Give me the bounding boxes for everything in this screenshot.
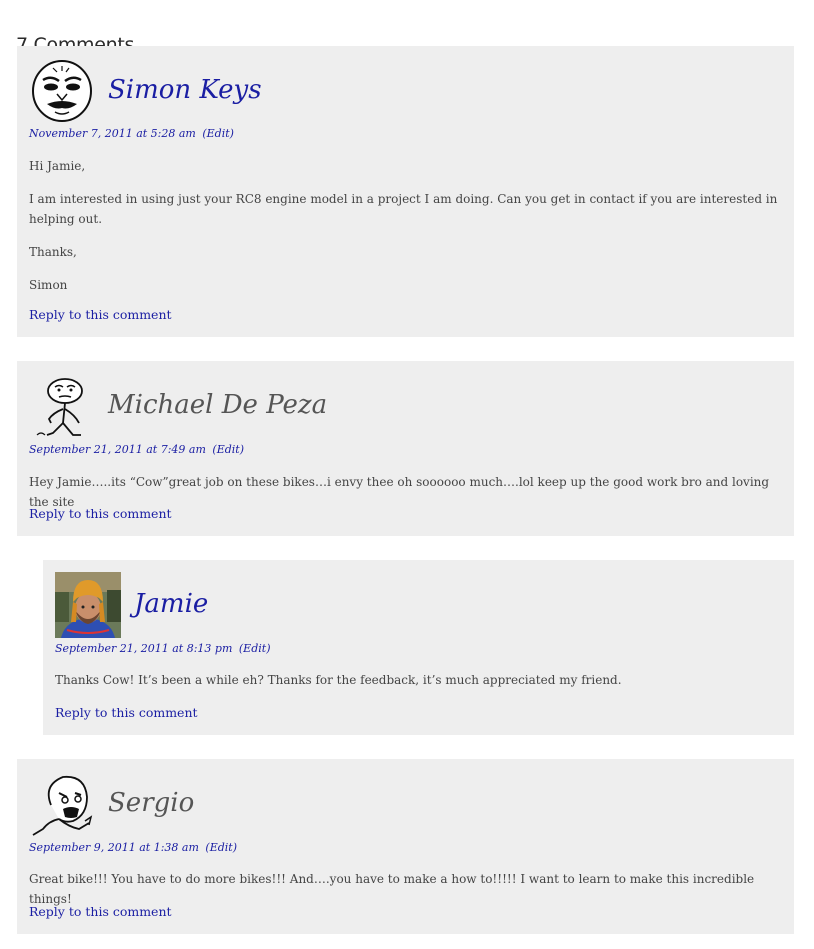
reply-to-comment-link[interactable]: Reply to this comment xyxy=(29,904,172,919)
comment-card: Sergio September 9, 2011 at 1:38 am (Edi… xyxy=(17,759,794,934)
edit-comment-link[interactable]: (Edit) xyxy=(239,642,271,655)
reply-to-comment-link[interactable]: Reply to this comment xyxy=(55,705,198,720)
rage-face-me-gusta-icon xyxy=(32,60,92,122)
comment-paragraph: Thanks, xyxy=(29,245,77,259)
user-photo-avatar xyxy=(55,572,121,638)
comment-body: Hi Jamie, I am interested in using just … xyxy=(29,156,780,308)
comment-author-link[interactable]: Jamie xyxy=(134,589,208,619)
comment-paragraph: I am interested in using just your RC8 e… xyxy=(29,192,778,226)
comment-date-link[interactable]: September 9, 2011 at 1:38 am xyxy=(29,841,199,854)
rage-face-thinking-icon xyxy=(36,378,83,436)
comment-meta: September 9, 2011 at 1:38 am (Edit) xyxy=(29,841,237,854)
comment-author: Michael De Peza xyxy=(108,390,328,420)
comment-paragraph: Great bike!!! You have to do more bikes!… xyxy=(29,872,755,906)
reply-to-comment-link[interactable]: Reply to this comment xyxy=(29,307,172,322)
comment-body: Thanks Cow! It’s been a while eh? Thanks… xyxy=(55,670,780,703)
comment-author-link[interactable]: Simon Keys xyxy=(108,75,262,105)
comment-author: Sergio xyxy=(108,788,195,818)
comment-date-link[interactable]: September 21, 2011 at 8:13 pm xyxy=(55,642,232,655)
comment-meta: November 7, 2011 at 5:28 am (Edit) xyxy=(29,127,234,140)
comment-date-link[interactable]: September 21, 2011 at 7:49 am xyxy=(29,443,206,456)
comment-paragraph: Thanks Cow! It’s been a while eh? Thanks… xyxy=(55,673,622,687)
reply-to-comment-link[interactable]: Reply to this comment xyxy=(29,506,172,521)
comment-meta: September 21, 2011 at 7:49 am (Edit) xyxy=(29,443,244,456)
comment-meta: September 21, 2011 at 8:13 pm (Edit) xyxy=(55,642,270,655)
edit-comment-link[interactable]: (Edit) xyxy=(212,443,244,456)
comment-paragraph: Simon xyxy=(29,278,68,292)
comment-card: Simon Keys November 7, 2011 at 5:28 am (… xyxy=(17,46,794,337)
rage-face-y-u-no-icon xyxy=(32,775,93,836)
comment-date-link[interactable]: November 7, 2011 at 5:28 am xyxy=(29,127,196,140)
edit-comment-link[interactable]: (Edit) xyxy=(205,841,237,854)
comment-card-reply: Jamie September 21, 2011 at 8:13 pm (Edi… xyxy=(43,560,794,735)
edit-comment-link[interactable]: (Edit) xyxy=(202,127,234,140)
comment-card: Michael De Peza September 21, 2011 at 7:… xyxy=(17,361,794,536)
comment-paragraph: Hi Jamie, xyxy=(29,159,86,173)
